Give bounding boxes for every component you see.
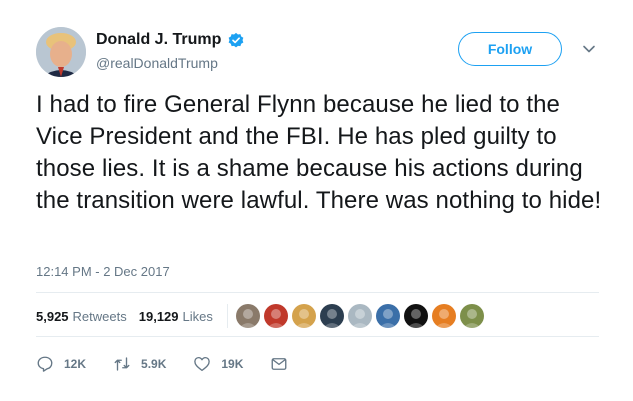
chevron-down-icon[interactable] [580, 40, 598, 58]
stats-separator [226, 304, 228, 328]
tweet-timestamp[interactable]: 12:14 PM - 2 Dec 2017 [36, 264, 170, 279]
likes-count: 19,129 [138, 308, 179, 324]
heart-icon [194, 356, 211, 372]
tweet-stats: 5,925 Retweets 19,129 Likes [36, 304, 488, 328]
reply-count: 12K [64, 357, 87, 371]
liker-portrait [266, 309, 285, 328]
liker-avatar[interactable] [431, 304, 456, 328]
liker-avatar[interactable] [291, 304, 316, 328]
liker-avatar[interactable] [263, 304, 288, 328]
liker-avatar[interactable] [319, 304, 344, 328]
liker-avatar[interactable] [403, 304, 428, 328]
divider [36, 336, 599, 337]
liker-portrait [378, 309, 397, 328]
avatar[interactable] [36, 27, 86, 77]
liker-avatars [235, 304, 488, 328]
tweet-actions: 12K 5.9K 19K [36, 355, 325, 373]
liker-avatar[interactable] [375, 304, 400, 328]
liker-portrait [294, 309, 313, 328]
retweet-count: 5.9K [141, 357, 167, 371]
verified-badge-icon [228, 32, 244, 48]
avatar-portrait [36, 27, 86, 77]
divider [36, 292, 599, 293]
direct-message-action[interactable] [270, 355, 298, 373]
reply-icon [37, 356, 53, 372]
liker-portrait [322, 309, 341, 328]
liker-portrait [434, 309, 453, 328]
like-count: 19K [221, 357, 244, 371]
retweet-icon [114, 357, 130, 371]
reply-action[interactable]: 12K [36, 355, 86, 373]
author-handle[interactable]: @realDonaldTrump [96, 55, 218, 71]
retweets-count: 5,925 [36, 308, 69, 324]
like-action[interactable]: 19K [193, 355, 243, 373]
likes-stat[interactable]: 19,129 Likes [139, 309, 213, 324]
retweets-stat[interactable]: 5,925 Retweets [36, 309, 127, 324]
liker-portrait [406, 309, 425, 328]
likes-label: Likes [182, 308, 213, 324]
follow-button[interactable]: Follow [458, 32, 562, 66]
liker-avatar[interactable] [235, 304, 260, 328]
liker-portrait [238, 309, 257, 328]
envelope-icon [271, 358, 287, 370]
liker-avatar[interactable] [347, 304, 372, 328]
tweet-text: I had to fire General Flynn because he l… [36, 91, 602, 214]
liker-avatar[interactable] [459, 304, 484, 328]
author-name-row: Donald J. Trump [96, 31, 245, 49]
retweet-action[interactable]: 5.9K [113, 355, 166, 373]
liker-portrait [350, 309, 369, 328]
author-display-name[interactable]: Donald J. Trump [96, 31, 221, 49]
liker-portrait [462, 309, 481, 328]
retweets-label: Retweets [72, 308, 127, 324]
